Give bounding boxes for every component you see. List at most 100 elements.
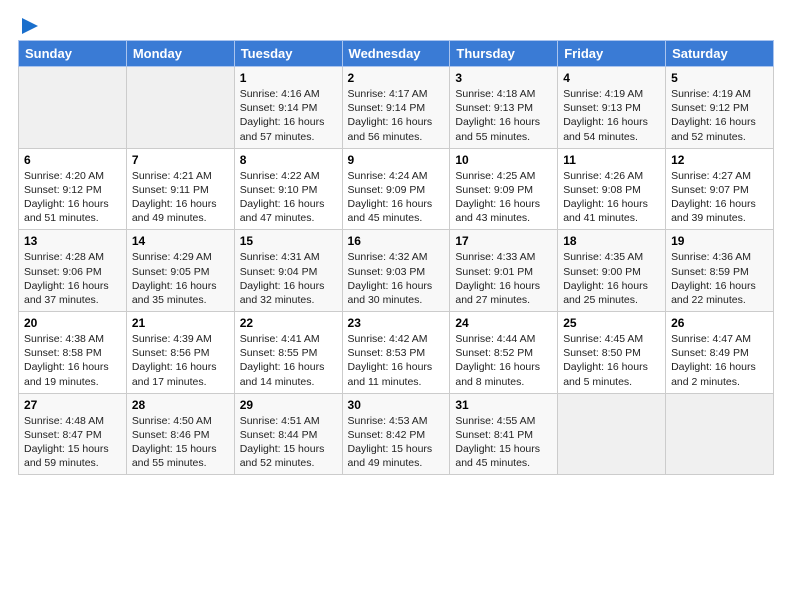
day-info: Sunrise: 4:24 AMSunset: 9:09 PMDaylight:… [348,169,445,226]
calendar-cell: 10Sunrise: 4:25 AMSunset: 9:09 PMDayligh… [450,148,558,230]
logo-icon [20,16,40,36]
calendar-cell: 13 Sunrise: 4:28 AMSunset: 9:06 PMDayligh… [19,230,127,312]
day-number: 9 [348,153,445,167]
day-number: 15 [240,234,337,248]
day-info: Sunrise: 4:29 AMSunset: 9:05 PMDaylight:… [132,250,229,307]
day-info: Sunrise: 4:20 AMSunset: 9:12 PMDaylight:… [24,169,121,226]
page: SundayMondayTuesdayWednesdayThursdayFrid… [0,0,792,612]
day-number: 28 [132,398,229,412]
day-info: Sunrise: 4:27 AMSunset: 9:07 PMDaylight:… [671,169,768,226]
calendar-cell [666,393,774,475]
header [18,10,774,34]
day-number: 12 [671,153,768,167]
calendar-row-1: 6 Sunrise: 4:20 AMSunset: 9:12 PMDaylight… [19,148,774,230]
weekday-header-wednesday: Wednesday [342,41,450,67]
calendar-cell: 4 Sunrise: 4:19 AMSunset: 9:13 PMDaylight… [558,67,666,149]
day-number: 25 [563,316,660,330]
calendar-cell: 28Sunrise: 4:50 AMSunset: 8:46 PMDayligh… [126,393,234,475]
day-info: Sunrise: 4:47 AMSunset: 8:49 PMDaylight:… [671,332,768,389]
calendar-cell [126,67,234,149]
calendar-cell: 18 Sunrise: 4:35 AMSunset: 9:00 PMDayligh… [558,230,666,312]
day-number: 17 [455,234,552,248]
day-info: Sunrise: 4:31 AMSunset: 9:04 PMDaylight:… [240,250,337,307]
day-info: Sunrise: 4:51 AMSunset: 8:44 PMDaylight:… [240,414,337,471]
day-number: 29 [240,398,337,412]
calendar-row-2: 13 Sunrise: 4:28 AMSunset: 9:06 PMDayligh… [19,230,774,312]
day-info: Sunrise: 4:19 AMSunset: 9:12 PMDaylight:… [671,87,768,144]
header-row: SundayMondayTuesdayWednesdayThursdayFrid… [19,41,774,67]
calendar-cell: 9 Sunrise: 4:24 AMSunset: 9:09 PMDaylight… [342,148,450,230]
day-info: Sunrise: 4:45 AMSunset: 8:50 PMDaylight:… [563,332,660,389]
calendar-cell: 25 Sunrise: 4:45 AMSunset: 8:50 PMDayligh… [558,312,666,394]
day-info: Sunrise: 4:33 AMSunset: 9:01 PMDaylight:… [455,250,552,307]
calendar-cell: 30Sunrise: 4:53 AMSunset: 8:42 PMDayligh… [342,393,450,475]
day-info: Sunrise: 4:38 AMSunset: 8:58 PMDaylight:… [24,332,121,389]
day-info: Sunrise: 4:22 AMSunset: 9:10 PMDaylight:… [240,169,337,226]
day-number: 31 [455,398,552,412]
logo [18,16,40,34]
calendar-cell: 22 Sunrise: 4:41 AMSunset: 8:55 PMDayligh… [234,312,342,394]
calendar-row-0: 1 Sunrise: 4:16 AMSunset: 9:14 PMDaylight… [19,67,774,149]
day-info: Sunrise: 4:19 AMSunset: 9:13 PMDaylight:… [563,87,660,144]
day-number: 13 [24,234,121,248]
day-number: 1 [240,71,337,85]
day-info: Sunrise: 4:28 AMSunset: 9:06 PMDaylight:… [24,250,121,307]
calendar-cell: 2 Sunrise: 4:17 AMSunset: 9:14 PMDaylight… [342,67,450,149]
weekday-header-friday: Friday [558,41,666,67]
calendar-cell: 8 Sunrise: 4:22 AMSunset: 9:10 PMDaylight… [234,148,342,230]
day-number: 6 [24,153,121,167]
calendar-cell: 31Sunrise: 4:55 AMSunset: 8:41 PMDayligh… [450,393,558,475]
day-number: 18 [563,234,660,248]
day-info: Sunrise: 4:18 AMSunset: 9:13 PMDaylight:… [455,87,552,144]
day-number: 2 [348,71,445,85]
day-number: 4 [563,71,660,85]
day-info: Sunrise: 4:21 AMSunset: 9:11 PMDaylight:… [132,169,229,226]
day-info: Sunrise: 4:36 AMSunset: 8:59 PMDaylight:… [671,250,768,307]
weekday-header-tuesday: Tuesday [234,41,342,67]
calendar-cell: 20 Sunrise: 4:38 AMSunset: 8:58 PMDayligh… [19,312,127,394]
day-number: 19 [671,234,768,248]
day-number: 16 [348,234,445,248]
day-number: 27 [24,398,121,412]
day-number: 14 [132,234,229,248]
day-number: 23 [348,316,445,330]
calendar-cell: 7 Sunrise: 4:21 AMSunset: 9:11 PMDaylight… [126,148,234,230]
day-info: Sunrise: 4:35 AMSunset: 9:00 PMDaylight:… [563,250,660,307]
day-number: 21 [132,316,229,330]
day-info: Sunrise: 4:25 AMSunset: 9:09 PMDaylight:… [455,169,552,226]
weekday-header-thursday: Thursday [450,41,558,67]
calendar-cell: 14 Sunrise: 4:29 AMSunset: 9:05 PMDayligh… [126,230,234,312]
calendar-cell: 17 Sunrise: 4:33 AMSunset: 9:01 PMDayligh… [450,230,558,312]
day-info: Sunrise: 4:44 AMSunset: 8:52 PMDaylight:… [455,332,552,389]
day-info: Sunrise: 4:48 AMSunset: 8:47 PMDaylight:… [24,414,121,471]
calendar-cell: 23 Sunrise: 4:42 AMSunset: 8:53 PMDayligh… [342,312,450,394]
calendar-cell: 26 Sunrise: 4:47 AMSunset: 8:49 PMDayligh… [666,312,774,394]
day-number: 26 [671,316,768,330]
day-info: Sunrise: 4:42 AMSunset: 8:53 PMDaylight:… [348,332,445,389]
calendar-cell: 29 Sunrise: 4:51 AMSunset: 8:44 PMDayligh… [234,393,342,475]
weekday-header-saturday: Saturday [666,41,774,67]
day-number: 8 [240,153,337,167]
day-info: Sunrise: 4:53 AMSunset: 8:42 PMDaylight:… [348,414,445,471]
day-number: 7 [132,153,229,167]
calendar-cell: 24 Sunrise: 4:44 AMSunset: 8:52 PMDayligh… [450,312,558,394]
calendar-cell: 3Sunrise: 4:18 AMSunset: 9:13 PMDaylight… [450,67,558,149]
calendar-cell: 16Sunrise: 4:32 AMSunset: 9:03 PMDayligh… [342,230,450,312]
calendar-cell: 5 Sunrise: 4:19 AMSunset: 9:12 PMDaylight… [666,67,774,149]
day-info: Sunrise: 4:41 AMSunset: 8:55 PMDaylight:… [240,332,337,389]
day-info: Sunrise: 4:16 AMSunset: 9:14 PMDaylight:… [240,87,337,144]
day-number: 5 [671,71,768,85]
weekday-header-sunday: Sunday [19,41,127,67]
calendar-cell [19,67,127,149]
calendar-cell: 27 Sunrise: 4:48 AMSunset: 8:47 PMDayligh… [19,393,127,475]
day-number: 24 [455,316,552,330]
day-number: 20 [24,316,121,330]
weekday-header-monday: Monday [126,41,234,67]
day-number: 22 [240,316,337,330]
day-info: Sunrise: 4:39 AMSunset: 8:56 PMDaylight:… [132,332,229,389]
calendar-cell: 12 Sunrise: 4:27 AMSunset: 9:07 PMDayligh… [666,148,774,230]
calendar-row-4: 27 Sunrise: 4:48 AMSunset: 8:47 PMDayligh… [19,393,774,475]
calendar-cell: 19 Sunrise: 4:36 AMSunset: 8:59 PMDayligh… [666,230,774,312]
day-info: Sunrise: 4:17 AMSunset: 9:14 PMDaylight:… [348,87,445,144]
day-info: Sunrise: 4:26 AMSunset: 9:08 PMDaylight:… [563,169,660,226]
